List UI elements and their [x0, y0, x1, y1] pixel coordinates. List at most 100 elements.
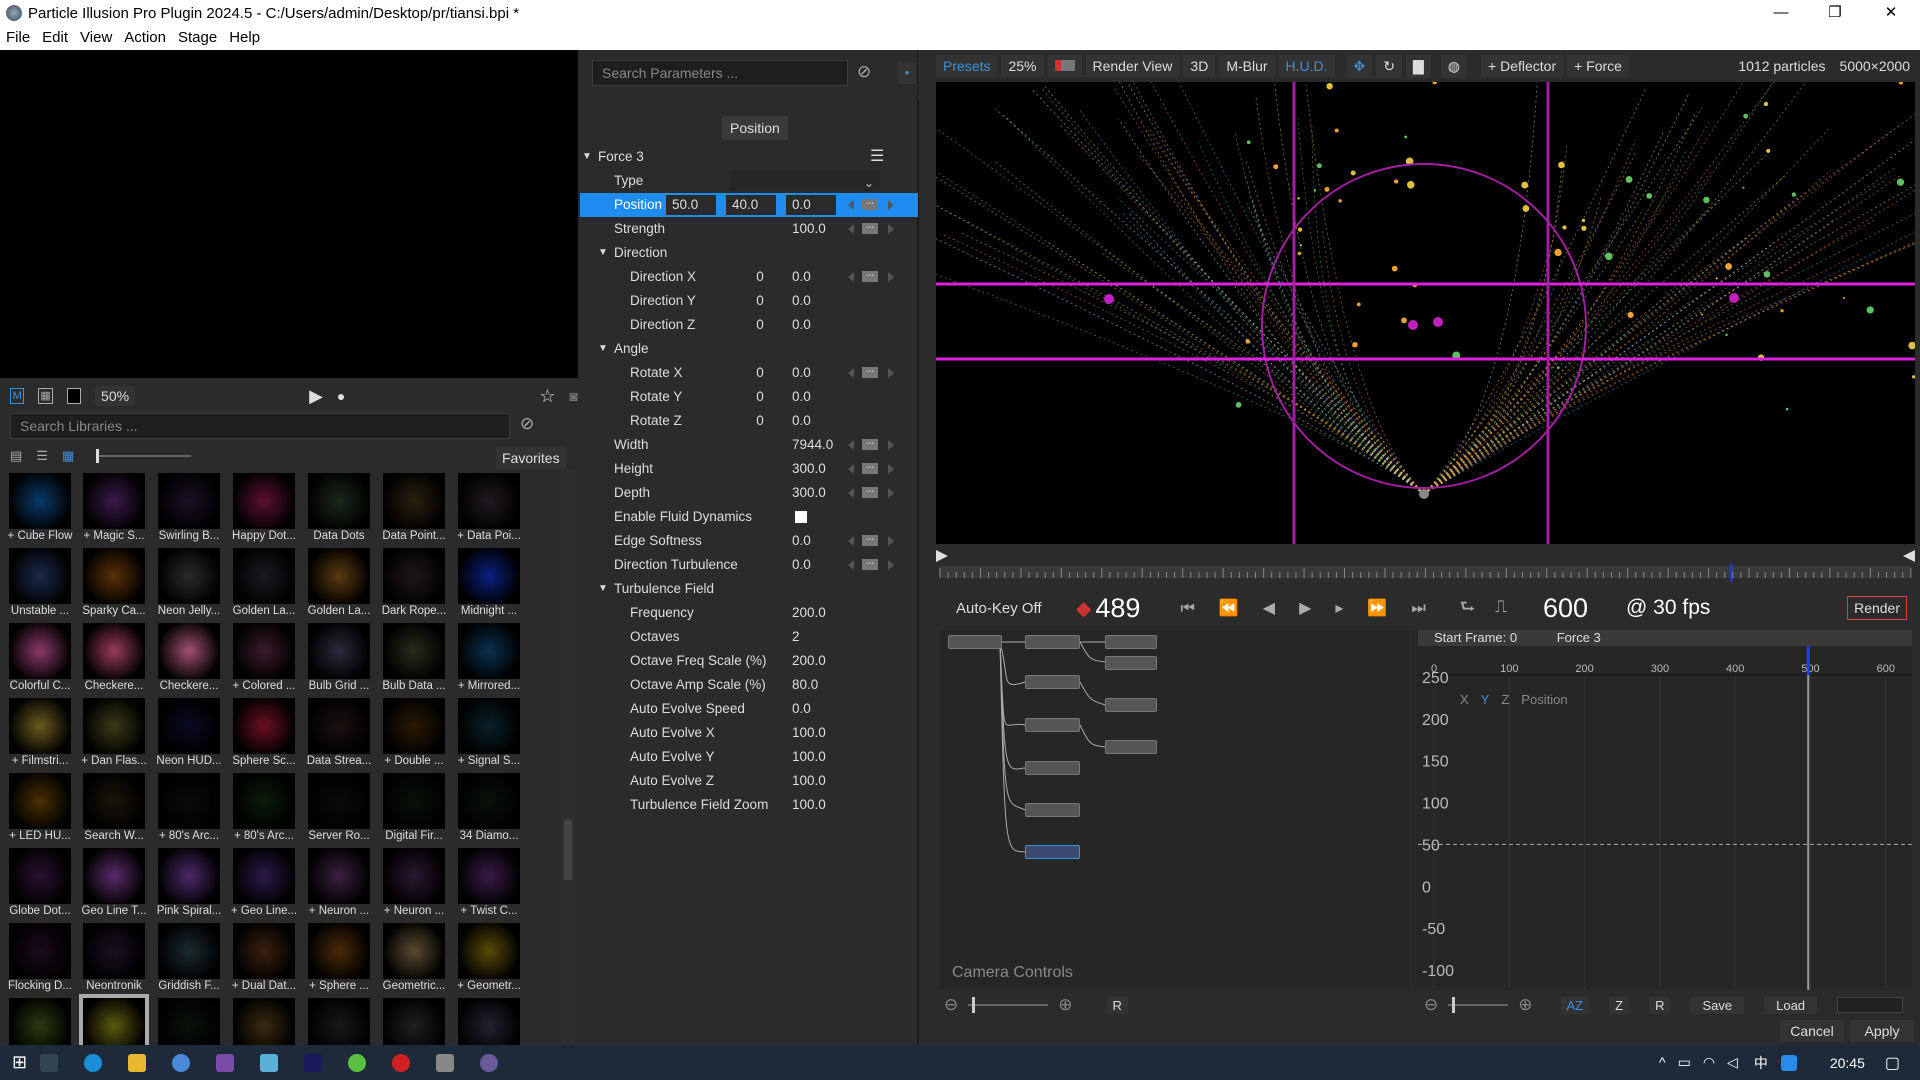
param-row[interactable]: Depth 300.0 ··· [580, 481, 918, 505]
add-key-icon[interactable]: ◆ [1076, 596, 1091, 621]
render-view-button[interactable]: Render View [1085, 55, 1180, 77]
param-value-min[interactable]: 0 [750, 313, 770, 337]
param-row[interactable]: ▼ Direction [580, 241, 918, 265]
film-icon[interactable]: ▦ [38, 388, 53, 404]
param-value[interactable]: 100.0 [792, 769, 826, 793]
param-value-min[interactable]: 0 [750, 289, 770, 313]
particle-node[interactable] [1105, 635, 1157, 649]
close-button[interactable]: ✕ [1868, 0, 1914, 26]
preset-thumbnail[interactable] [158, 773, 220, 829]
clock[interactable]: 20:45 [1830, 1055, 1865, 1071]
preset-thumbnail[interactable] [158, 548, 220, 604]
keyframe-controls[interactable]: ··· [848, 199, 894, 211]
menu-icon[interactable]: ☰ [870, 145, 884, 169]
keyframe-controls[interactable]: ··· [848, 487, 894, 499]
position-field-x[interactable]: 50.0 [666, 195, 716, 215]
zoom-in-icon[interactable]: ⊕ [1518, 995, 1532, 1015]
menu-edit[interactable]: Edit [36, 26, 74, 50]
maximize-button[interactable]: ❐ [1812, 0, 1858, 26]
keyframe-controls[interactable]: ··· [848, 271, 894, 283]
preset-thumbnail[interactable] [9, 848, 71, 904]
camera-reset-button[interactable]: R [1106, 996, 1128, 1014]
preset-thumbnail[interactable] [308, 698, 370, 754]
preset-thumbnail[interactable] [158, 998, 220, 1045]
position-field-z[interactable]: 0.0 [786, 195, 836, 215]
notification-icon[interactable]: ▢ [1885, 1053, 1900, 1073]
bg-color-button[interactable] [1047, 55, 1082, 77]
force-3-node[interactable] [1025, 845, 1080, 859]
param-value-min[interactable]: 0 [750, 385, 770, 409]
param-value[interactable]: 0.0 [792, 529, 811, 553]
param-value-min[interactable]: 0 [750, 265, 770, 289]
param-value-min[interactable]: 0 [750, 361, 770, 385]
layer-node[interactable] [948, 635, 1002, 649]
record-icon[interactable]: ● [337, 388, 345, 404]
camera-icon[interactable]: ◙ [570, 388, 578, 404]
preset-thumbnail[interactable] [158, 623, 220, 679]
preset-thumbnail[interactable] [458, 848, 520, 904]
presets-toggle[interactable]: Presets [936, 55, 998, 77]
fluid-dynamics-checkbox[interactable] [795, 511, 807, 523]
preset-thumbnail[interactable] [83, 623, 145, 679]
preset-thumbnail[interactable] [83, 698, 145, 754]
favorites-button[interactable]: Favorites [496, 447, 566, 469]
param-row[interactable]: Turbulence Field Zoom 100.0 [580, 793, 918, 817]
preset-thumbnail[interactable] [83, 473, 145, 529]
transport-controls[interactable]: ⏮⏪◀▶▸⏩⏭ [1180, 598, 1449, 618]
preset-thumbnail[interactable] [383, 923, 445, 979]
preset-thumbnail[interactable] [308, 623, 370, 679]
menu-stage[interactable]: Stage [172, 26, 223, 50]
param-value[interactable]: 200.0 [792, 649, 826, 673]
preset-thumbnail[interactable] [83, 923, 145, 979]
end-frame[interactable]: 600 [1543, 593, 1588, 624]
zoom-button[interactable]: Z [1609, 996, 1630, 1014]
auto-key-toggle[interactable]: Auto-Key Off [956, 600, 1076, 617]
menu-view[interactable]: View [74, 26, 118, 50]
keyframe-controls[interactable]: ··· [848, 559, 894, 571]
param-value[interactable]: 100.0 [792, 721, 826, 745]
param-row[interactable]: Rotate X 0 0.0 ··· [580, 361, 918, 385]
param-row[interactable]: Rotate Y 0 0.0 [580, 385, 918, 409]
after-effects-icon[interactable] [304, 1053, 323, 1072]
param-row[interactable]: Octaves 2 [580, 625, 918, 649]
menu-help[interactable]: Help [223, 26, 266, 50]
clear-params-icon[interactable]: ⊘ [857, 62, 871, 82]
move-icon[interactable]: ✥ [1346, 54, 1373, 78]
param-value[interactable]: 300.0 [792, 457, 826, 481]
preset-thumbnail[interactable] [9, 998, 71, 1045]
axis-z[interactable]: Z [1501, 692, 1509, 707]
preset-thumbnail[interactable] [83, 773, 145, 829]
fps[interactable]: @ 30 fps [1626, 596, 1710, 620]
pin-icon[interactable]: • [898, 62, 916, 84]
thumb-size-slider[interactable] [96, 449, 192, 463]
cancel-button[interactable]: Cancel [1780, 1020, 1844, 1042]
keyframe-controls[interactable]: ··· [848, 439, 894, 451]
keyframe-controls[interactable]: ··· [848, 463, 894, 475]
hud-button[interactable]: H.U.D. [1278, 55, 1335, 77]
preset-thumbnail[interactable] [233, 998, 295, 1045]
viewport[interactable] [936, 82, 1915, 544]
force-node[interactable] [1025, 718, 1080, 732]
param-value-min[interactable]: 0 [750, 409, 770, 433]
preset-thumbnail[interactable] [458, 548, 520, 604]
param-value[interactable]: 100.0 [792, 217, 826, 241]
preset-thumbnail[interactable] [308, 848, 370, 904]
scale-icon[interactable]: ▇ [1406, 54, 1431, 78]
minimize-button[interactable]: — [1758, 0, 1804, 26]
param-row[interactable]: Frequency 200.0 [580, 601, 918, 625]
play-icon[interactable]: ▶ [309, 386, 323, 407]
preset-thumbnail[interactable] [9, 698, 71, 754]
preset-thumbnail[interactable] [308, 923, 370, 979]
preset-thumbnail[interactable] [458, 623, 520, 679]
apply-button[interactable]: Apply [1850, 1020, 1914, 1042]
param-row[interactable]: Direction Z 0 0.0 [580, 313, 918, 337]
current-frame[interactable]: 489 [1095, 593, 1140, 624]
preset-thumbnail[interactable] [233, 698, 295, 754]
save-button[interactable]: Save [1690, 996, 1745, 1014]
keyframe-controls[interactable]: ··· [848, 367, 894, 379]
emitter-node[interactable] [1025, 635, 1080, 649]
param-value[interactable]: 100.0 [792, 793, 826, 817]
task-view-icon[interactable] [40, 1053, 59, 1072]
preset-thumbnail[interactable] [383, 473, 445, 529]
start-icon[interactable]: ⊞ [12, 1052, 27, 1073]
